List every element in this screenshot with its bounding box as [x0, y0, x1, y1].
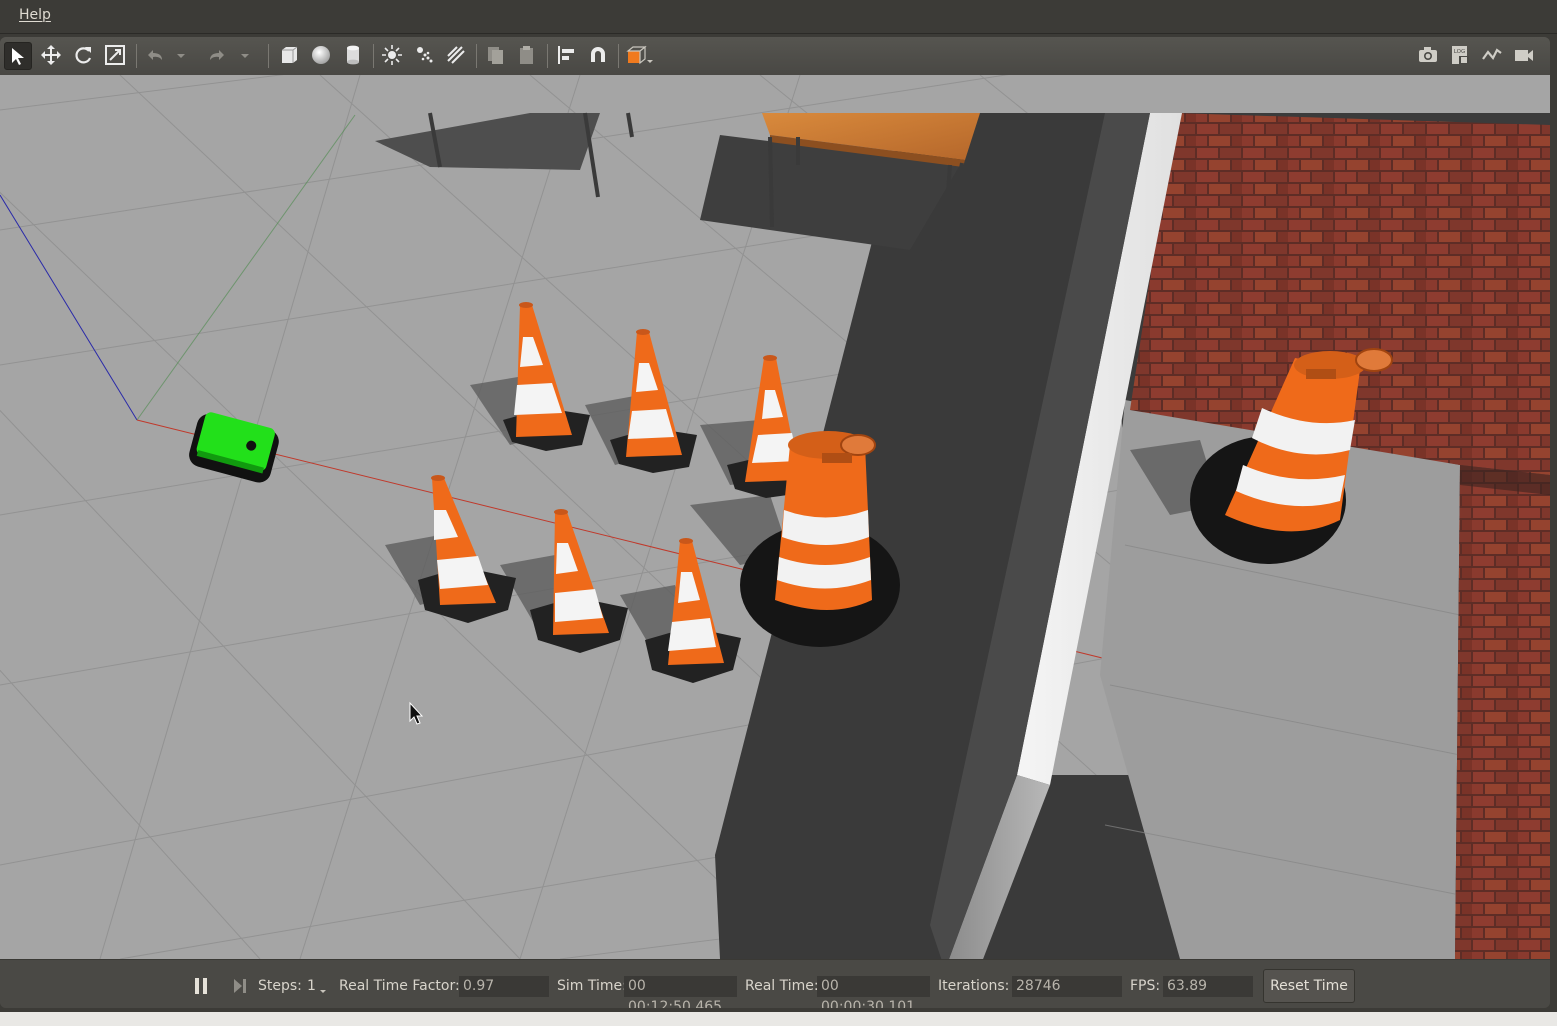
screenshot-camera-icon[interactable]: [1415, 42, 1441, 68]
toolbar-separator: [136, 44, 137, 68]
directional-light-icon[interactable]: [443, 42, 469, 68]
toolbar: LOG: [0, 37, 1550, 76]
view-angle-icon[interactable]: [622, 42, 656, 68]
3d-viewport[interactable]: [0, 75, 1550, 959]
toolbar-separator: [476, 44, 477, 68]
snap-magnet-icon[interactable]: [585, 42, 611, 68]
video-record-icon[interactable]: [1511, 42, 1537, 68]
spot-light-icon[interactable]: [411, 42, 437, 68]
sphere-shape-icon[interactable]: [308, 42, 334, 68]
rotate-icon[interactable]: [70, 42, 96, 68]
menu-bar: Help: [0, 0, 1557, 34]
fps-field: 63.89: [1163, 976, 1253, 997]
plot-icon[interactable]: [1479, 42, 1505, 68]
brick-wall-right: [1455, 465, 1550, 959]
iterations-field: 28746: [1012, 976, 1122, 997]
select-arrow-icon[interactable]: [4, 42, 32, 70]
align-icon[interactable]: [553, 42, 579, 68]
real-time-field: 00 00:00:30.101: [817, 976, 930, 1008]
log-icon[interactable]: LOG: [1447, 42, 1473, 68]
box-shape-icon[interactable]: [276, 42, 302, 68]
scene-render: [0, 75, 1550, 959]
sim-time-label: Sim Time:: [557, 978, 627, 994]
steps-label: Steps:: [258, 978, 302, 994]
svg-text:LOG: LOG: [1454, 49, 1465, 55]
steps-value[interactable]: 1: [307, 978, 316, 994]
status-bar: Steps: 1 Real Time Factor: 0.97 Sim Time…: [0, 959, 1550, 1008]
iterations-label: Iterations:: [938, 978, 1010, 994]
copy-icon[interactable]: [482, 42, 508, 68]
pause-icon[interactable]: [193, 977, 209, 995]
steps-dropdown-icon[interactable]: [318, 980, 328, 993]
toolbar-separator: [618, 44, 619, 68]
menu-help[interactable]: Help: [19, 7, 51, 23]
step-forward-icon[interactable]: [232, 977, 248, 995]
real-time-label: Real Time:: [745, 978, 819, 994]
toolbar-separator: [373, 44, 374, 68]
scale-icon[interactable]: [102, 42, 128, 68]
translate-icon[interactable]: [38, 42, 64, 68]
bottom-edge: [0, 1012, 1557, 1026]
paste-icon[interactable]: [514, 42, 540, 68]
rtf-label: Real Time Factor:: [339, 978, 460, 994]
undo-dropdown-icon[interactable]: [174, 42, 188, 68]
redo-dropdown-icon[interactable]: [238, 42, 252, 68]
toolbar-separator: [547, 44, 548, 68]
rtf-field: 0.97: [459, 976, 549, 997]
gazebo-window: LOG Steps: 1 Real Time Factor: 0.97 Sim …: [0, 37, 1550, 1008]
sim-time-field: 00 00:12:50.465: [624, 976, 737, 1008]
toolbar-separator: [268, 44, 269, 68]
undo-icon[interactable]: [142, 42, 168, 68]
redo-icon[interactable]: [204, 42, 230, 68]
point-light-icon[interactable]: [379, 42, 405, 68]
cylinder-shape-icon[interactable]: [340, 42, 366, 68]
reset-time-button[interactable]: Reset Time: [1263, 969, 1355, 1003]
fps-label: FPS:: [1130, 978, 1161, 994]
